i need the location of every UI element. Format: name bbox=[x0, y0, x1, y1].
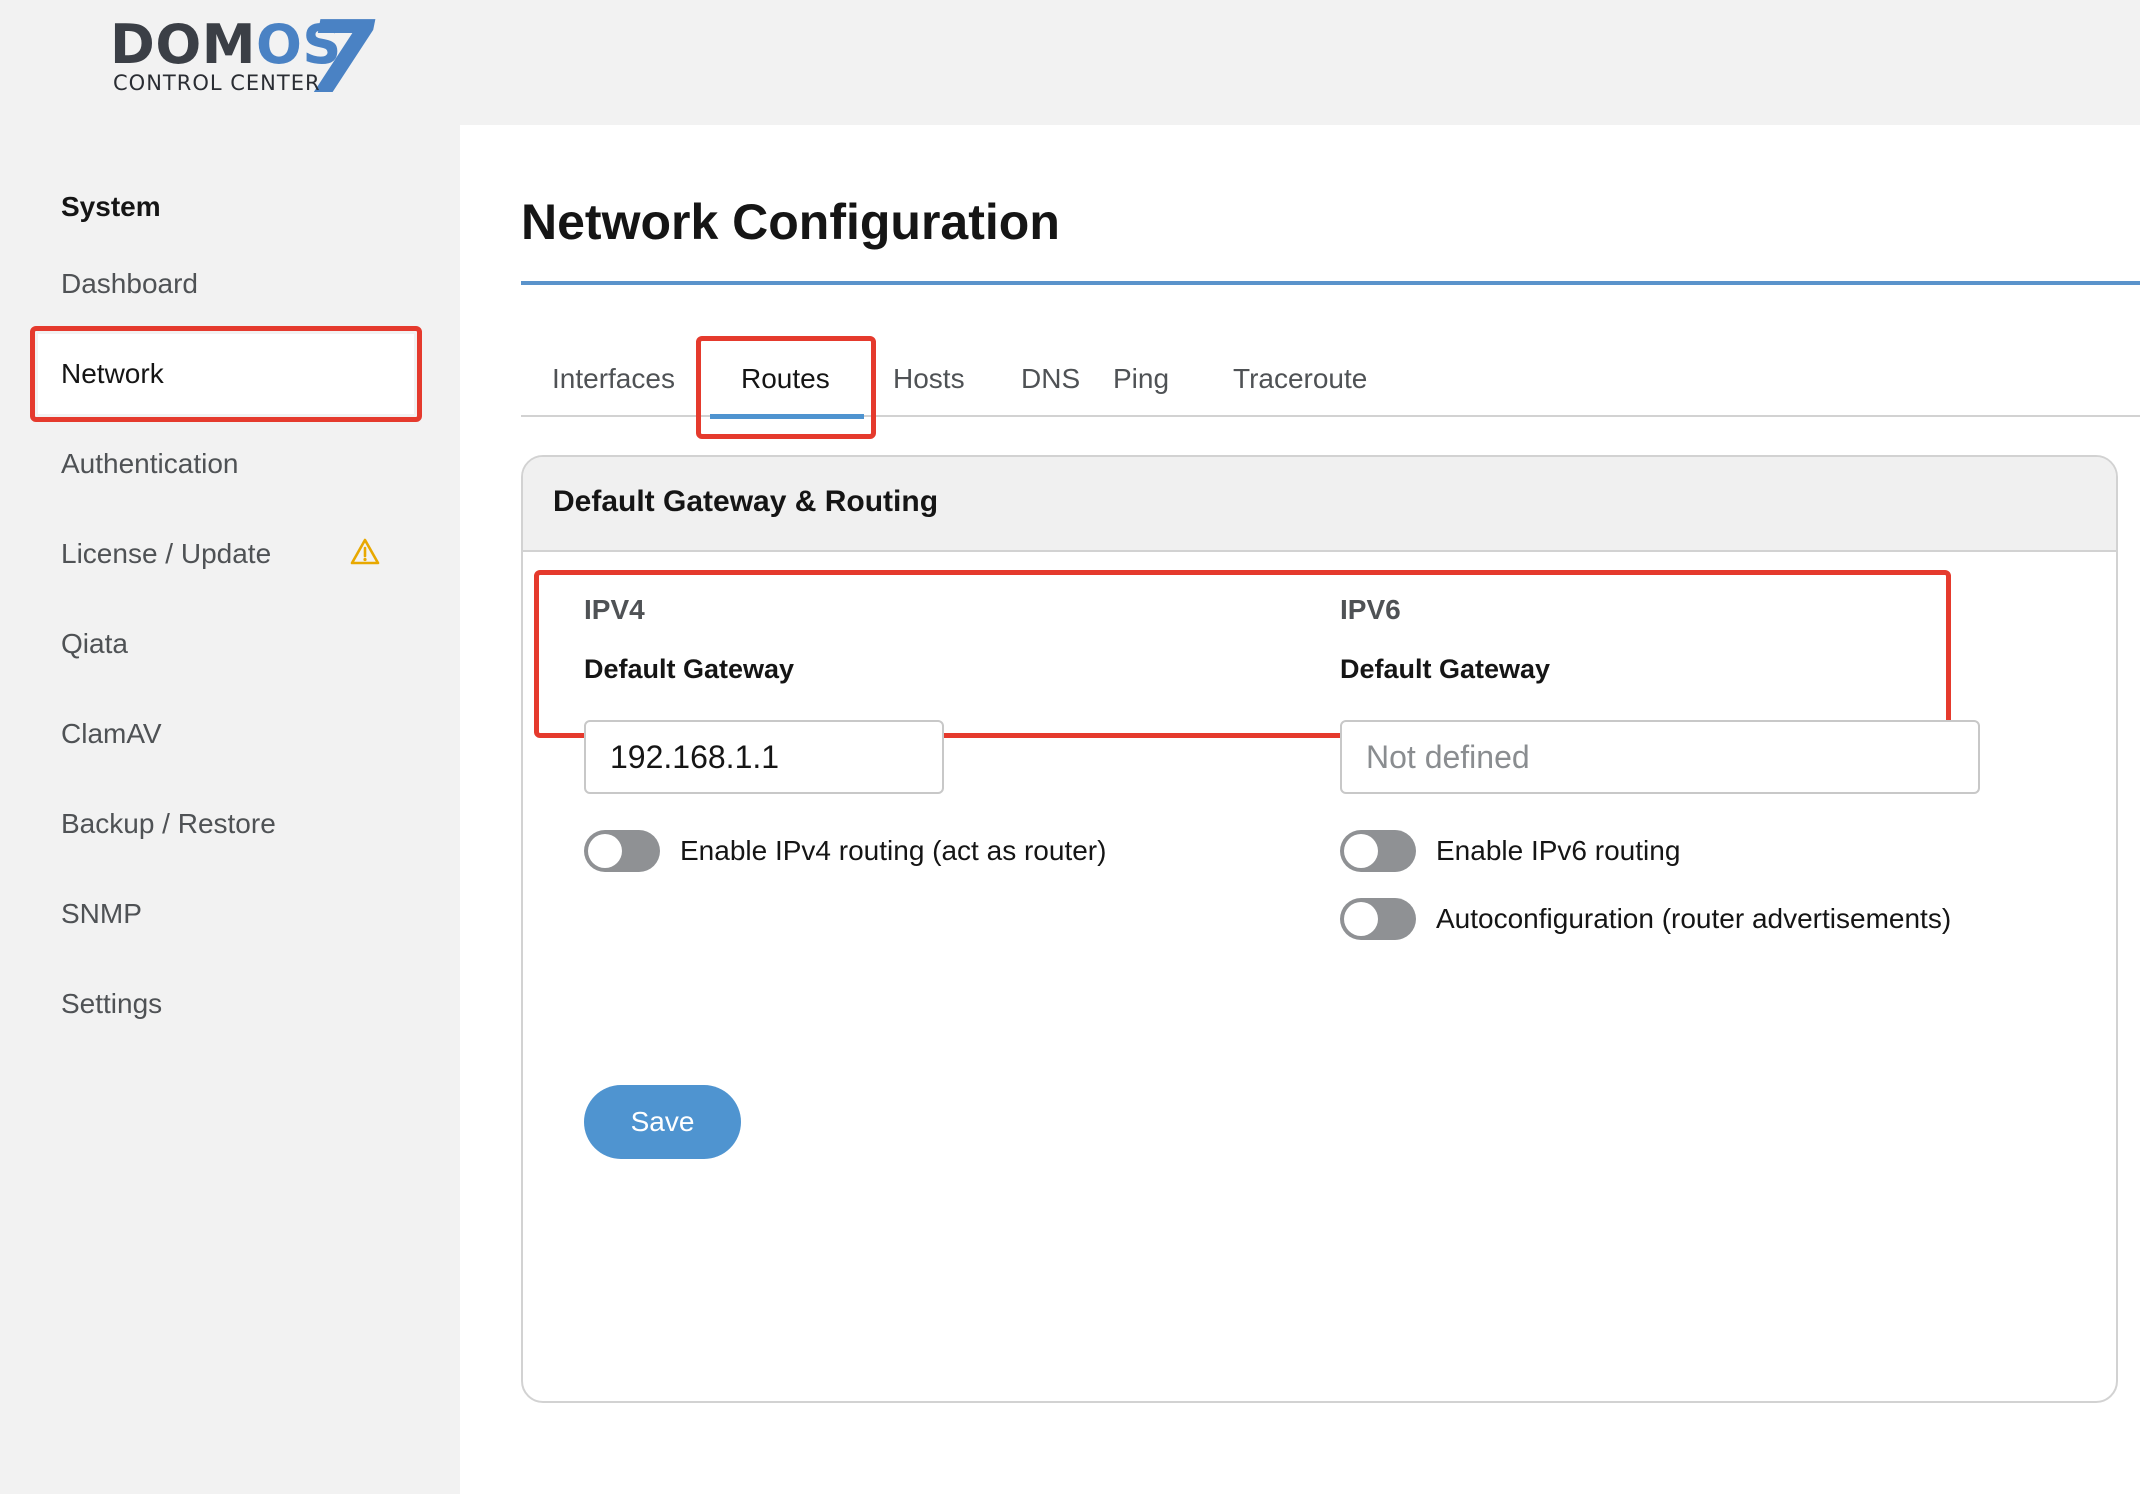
ipv4-gateway-label: Default Gateway bbox=[584, 654, 795, 684]
page-title: Network Configuration bbox=[521, 194, 1060, 250]
ipv6-autoconf-label: Autoconfiguration (router advertisements… bbox=[1436, 903, 1952, 934]
tab-hosts[interactable]: Hosts bbox=[893, 355, 965, 417]
routes-highlight-box bbox=[696, 336, 876, 439]
sidebar-item-backup-restore[interactable]: Backup / Restore bbox=[61, 804, 276, 844]
sidebar-item-qiata[interactable]: Qiata bbox=[61, 624, 128, 664]
tab-traceroute[interactable]: Traceroute bbox=[1233, 355, 1367, 417]
sidebar-item-settings[interactable]: Settings bbox=[61, 984, 162, 1024]
tab-ping[interactable]: Ping bbox=[1113, 355, 1169, 417]
main-panel: Network Configuration Interfaces Routes … bbox=[460, 125, 2140, 1494]
ipv4-routing-label: Enable IPv4 routing (act as router) bbox=[680, 835, 1107, 866]
sidebar-item-dashboard[interactable]: Dashboard bbox=[61, 264, 198, 304]
ipv6-autoconf-row: Autoconfiguration (router advertisements… bbox=[1340, 896, 2040, 940]
logo-subtitle: CONTROL CENTER bbox=[113, 71, 321, 95]
ipv4-heading: IPV4 bbox=[584, 594, 645, 625]
toggle-knob bbox=[1344, 902, 1378, 936]
card-header: Default Gateway & Routing bbox=[523, 457, 2116, 552]
ipv6-routing-toggle[interactable] bbox=[1340, 830, 1416, 872]
ipv6-routing-label: Enable IPv6 routing bbox=[1436, 835, 1681, 866]
ipv6-autoconf-toggle[interactable] bbox=[1340, 898, 1416, 940]
sidebar-item-license-update[interactable]: License / Update bbox=[61, 534, 271, 574]
sidebar-item-authentication[interactable]: Authentication bbox=[61, 444, 238, 484]
sidebar-item-clamav[interactable]: ClamAV bbox=[61, 714, 162, 754]
title-divider bbox=[521, 281, 2140, 285]
sidebar-heading: System bbox=[61, 191, 161, 222]
sidebar: System Dashboard Network Authentication … bbox=[0, 125, 460, 1494]
ipv4-gateway-input[interactable] bbox=[584, 720, 944, 794]
ipv6-heading: IPV6 bbox=[1340, 594, 1401, 625]
ipv6-gateway-input[interactable] bbox=[1340, 720, 1980, 794]
header: DOMOS 7 CONTROL CENTER bbox=[0, 0, 2140, 125]
sidebar-item-network[interactable]: Network bbox=[38, 334, 414, 414]
tab-interfaces[interactable]: Interfaces bbox=[552, 355, 675, 417]
card-title: Default Gateway & Routing bbox=[553, 485, 939, 518]
warning-icon bbox=[350, 538, 380, 565]
ipv4-routing-toggle[interactable] bbox=[584, 830, 660, 872]
ipv4-routing-row: Enable IPv4 routing (act as router) bbox=[584, 828, 1184, 872]
toggle-knob bbox=[588, 834, 622, 868]
toggle-knob bbox=[1344, 834, 1378, 868]
save-button[interactable]: Save bbox=[584, 1085, 741, 1159]
ipv6-gateway-label: Default Gateway bbox=[1340, 654, 1551, 684]
ipv6-routing-row: Enable IPv6 routing bbox=[1340, 828, 2040, 872]
sidebar-item-snmp[interactable]: SNMP bbox=[61, 894, 142, 934]
tab-dns[interactable]: DNS bbox=[1021, 355, 1080, 417]
domos-logo: DOMOS 7 CONTROL CENTER bbox=[110, 8, 376, 108]
